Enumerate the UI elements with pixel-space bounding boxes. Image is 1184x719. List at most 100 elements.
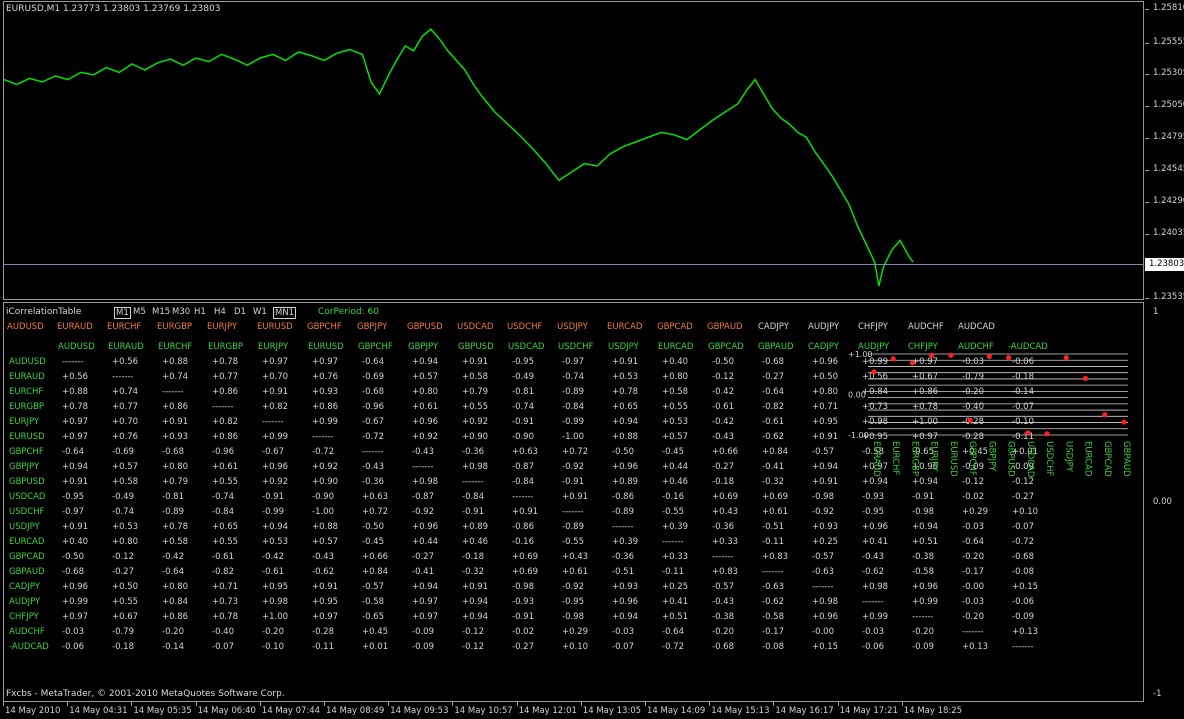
row-header: GBPAUD: [9, 567, 45, 577]
matrix-cell: -0.41: [762, 462, 784, 472]
timeframe-h4: H4: [214, 307, 226, 317]
time-axis-label: 14 May 13:05: [582, 706, 642, 716]
matrix-cell: +0.95: [262, 582, 289, 592]
row-header: USDCAD: [9, 492, 46, 502]
mini-chart-symbol-label: GBPAUD: [1121, 441, 1131, 477]
matrix-cell: -0.57: [712, 582, 734, 592]
matrix-cell: +0.77: [212, 372, 239, 382]
matrix-cell: -0.57: [812, 552, 834, 562]
price-axis-tick: [1145, 202, 1149, 203]
time-axis-label: 14 May 17:21: [839, 706, 898, 716]
matrix-cell: -0.07: [212, 642, 234, 652]
mini-chart-point: [1082, 375, 1089, 381]
matrix-cell: -0.08: [1012, 567, 1034, 577]
matrix-cell: +0.43: [712, 507, 739, 517]
matrix-cell: +0.91: [462, 582, 489, 592]
matrix-cell: -0.32: [462, 567, 484, 577]
matrix-cell: +0.25: [662, 582, 689, 592]
matrix-cell: -0.45: [362, 537, 384, 547]
timeframe-m15: M15: [152, 307, 171, 317]
mini-chart-symbol-label: USDCAD: [1025, 441, 1035, 478]
matrix-cell: -------: [562, 507, 584, 517]
matrix-cell: -0.74: [112, 507, 134, 517]
matrix-cell: -------: [1012, 642, 1034, 652]
matrix-cell: -------: [712, 552, 734, 562]
symbol-header-item: CHFJPY: [858, 322, 888, 332]
matrix-cell: +0.95: [812, 417, 839, 427]
mini-chart-symbol-label: GBPJPY: [986, 441, 996, 472]
matrix-cell: -------: [162, 387, 184, 397]
row-header: AUDUSD: [9, 357, 46, 367]
matrix-cell: -0.82: [762, 402, 784, 412]
matrix-cell: -0.97: [62, 507, 84, 517]
matrix-cell: +0.82: [212, 417, 239, 427]
matrix-cell: -0.95: [62, 492, 84, 502]
symbol-header-item: GBPCAD: [657, 322, 693, 332]
matrix-cell: +0.13: [962, 642, 989, 652]
matrix-cell: +0.69: [762, 492, 789, 502]
time-axis-tick: [901, 702, 903, 706]
matrix-cell: -0.42: [712, 387, 734, 397]
time-axis-label: 14 May 07:44: [261, 706, 321, 716]
matrix-cell: -0.41: [412, 567, 434, 577]
matrix-cell: +0.91: [812, 432, 839, 442]
matrix-cell: +0.15: [1012, 582, 1039, 592]
matrix-cell: +0.96: [412, 417, 439, 427]
matrix-cell: -0.62: [762, 432, 784, 442]
current-price-box: 1.23803: [1145, 258, 1184, 271]
row-header: EURGBP: [9, 402, 45, 412]
matrix-cell: -0.11: [312, 642, 334, 652]
mini-chart-point: [1063, 355, 1069, 361]
matrix-cell: +0.84: [162, 597, 189, 607]
price-axis-tick: [1145, 9, 1149, 10]
matrix-cell: +0.93: [162, 432, 189, 442]
matrix-cell: -0.18: [462, 552, 484, 562]
matrix-cell: +0.86: [212, 432, 239, 442]
matrix-cell: +0.92: [312, 462, 339, 472]
matrix-cell: +0.55: [212, 537, 239, 547]
corperiod-label: CorPeriod: 60: [318, 307, 379, 317]
matrix-cell: -0.50: [712, 357, 734, 367]
time-axis-label: 14 May 2010: [5, 706, 61, 716]
matrix-cell: -0.16: [662, 492, 684, 502]
matrix-cell: -0.64: [162, 567, 184, 577]
time-axis-tick: [645, 702, 646, 706]
mini-chart-point: [948, 352, 954, 358]
matrix-cell: +0.65: [212, 522, 239, 532]
matrix-cell: -0.89: [612, 507, 634, 517]
matrix-cell: +0.78: [612, 387, 639, 397]
matrix-cell: +0.58: [462, 372, 489, 382]
matrix-cell: -0.11: [762, 537, 784, 547]
matrix-cell: -0.87: [512, 462, 534, 472]
mini-chart-symbol-label: GBPCHF: [967, 441, 977, 476]
row-header: USDCHF: [9, 507, 45, 517]
matrix-cell: +0.97: [412, 597, 439, 607]
matrix-cell: -0.67: [362, 417, 384, 427]
column-header: AUDUSD: [58, 342, 95, 352]
matrix-cell: +0.97: [62, 417, 89, 427]
matrix-cell: +0.84: [362, 567, 389, 577]
matrix-cell: +0.97: [312, 357, 339, 367]
column-header: EURGBP: [208, 342, 244, 352]
matrix-cell: -0.20: [962, 612, 984, 622]
matrix-cell: +0.80: [112, 537, 139, 547]
matrix-cell: -0.89: [162, 507, 184, 517]
matrix-cell: -------: [212, 402, 234, 412]
matrix-cell: -0.64: [962, 537, 984, 547]
matrix-cell: +0.98: [812, 597, 839, 607]
matrix-cell: -------: [612, 522, 634, 532]
matrix-cell: +0.53: [662, 417, 689, 427]
matrix-cell: +0.33: [662, 552, 689, 562]
column-header: GBPJPY: [408, 342, 439, 352]
matrix-cell: -0.36: [612, 552, 634, 562]
matrix-cell: +0.99: [312, 417, 339, 427]
matrix-cell: +0.78: [212, 612, 239, 622]
price-axis-tick: [1145, 106, 1149, 107]
matrix-cell: -0.00: [812, 627, 834, 637]
matrix-cell: +0.61: [412, 402, 439, 412]
matrix-cell: -0.07: [1012, 522, 1034, 532]
matrix-cell: +0.79: [162, 477, 189, 487]
matrix-cell: -0.68: [712, 642, 734, 652]
matrix-cell: -0.68: [62, 567, 84, 577]
matrix-cell: -0.57: [362, 582, 384, 592]
